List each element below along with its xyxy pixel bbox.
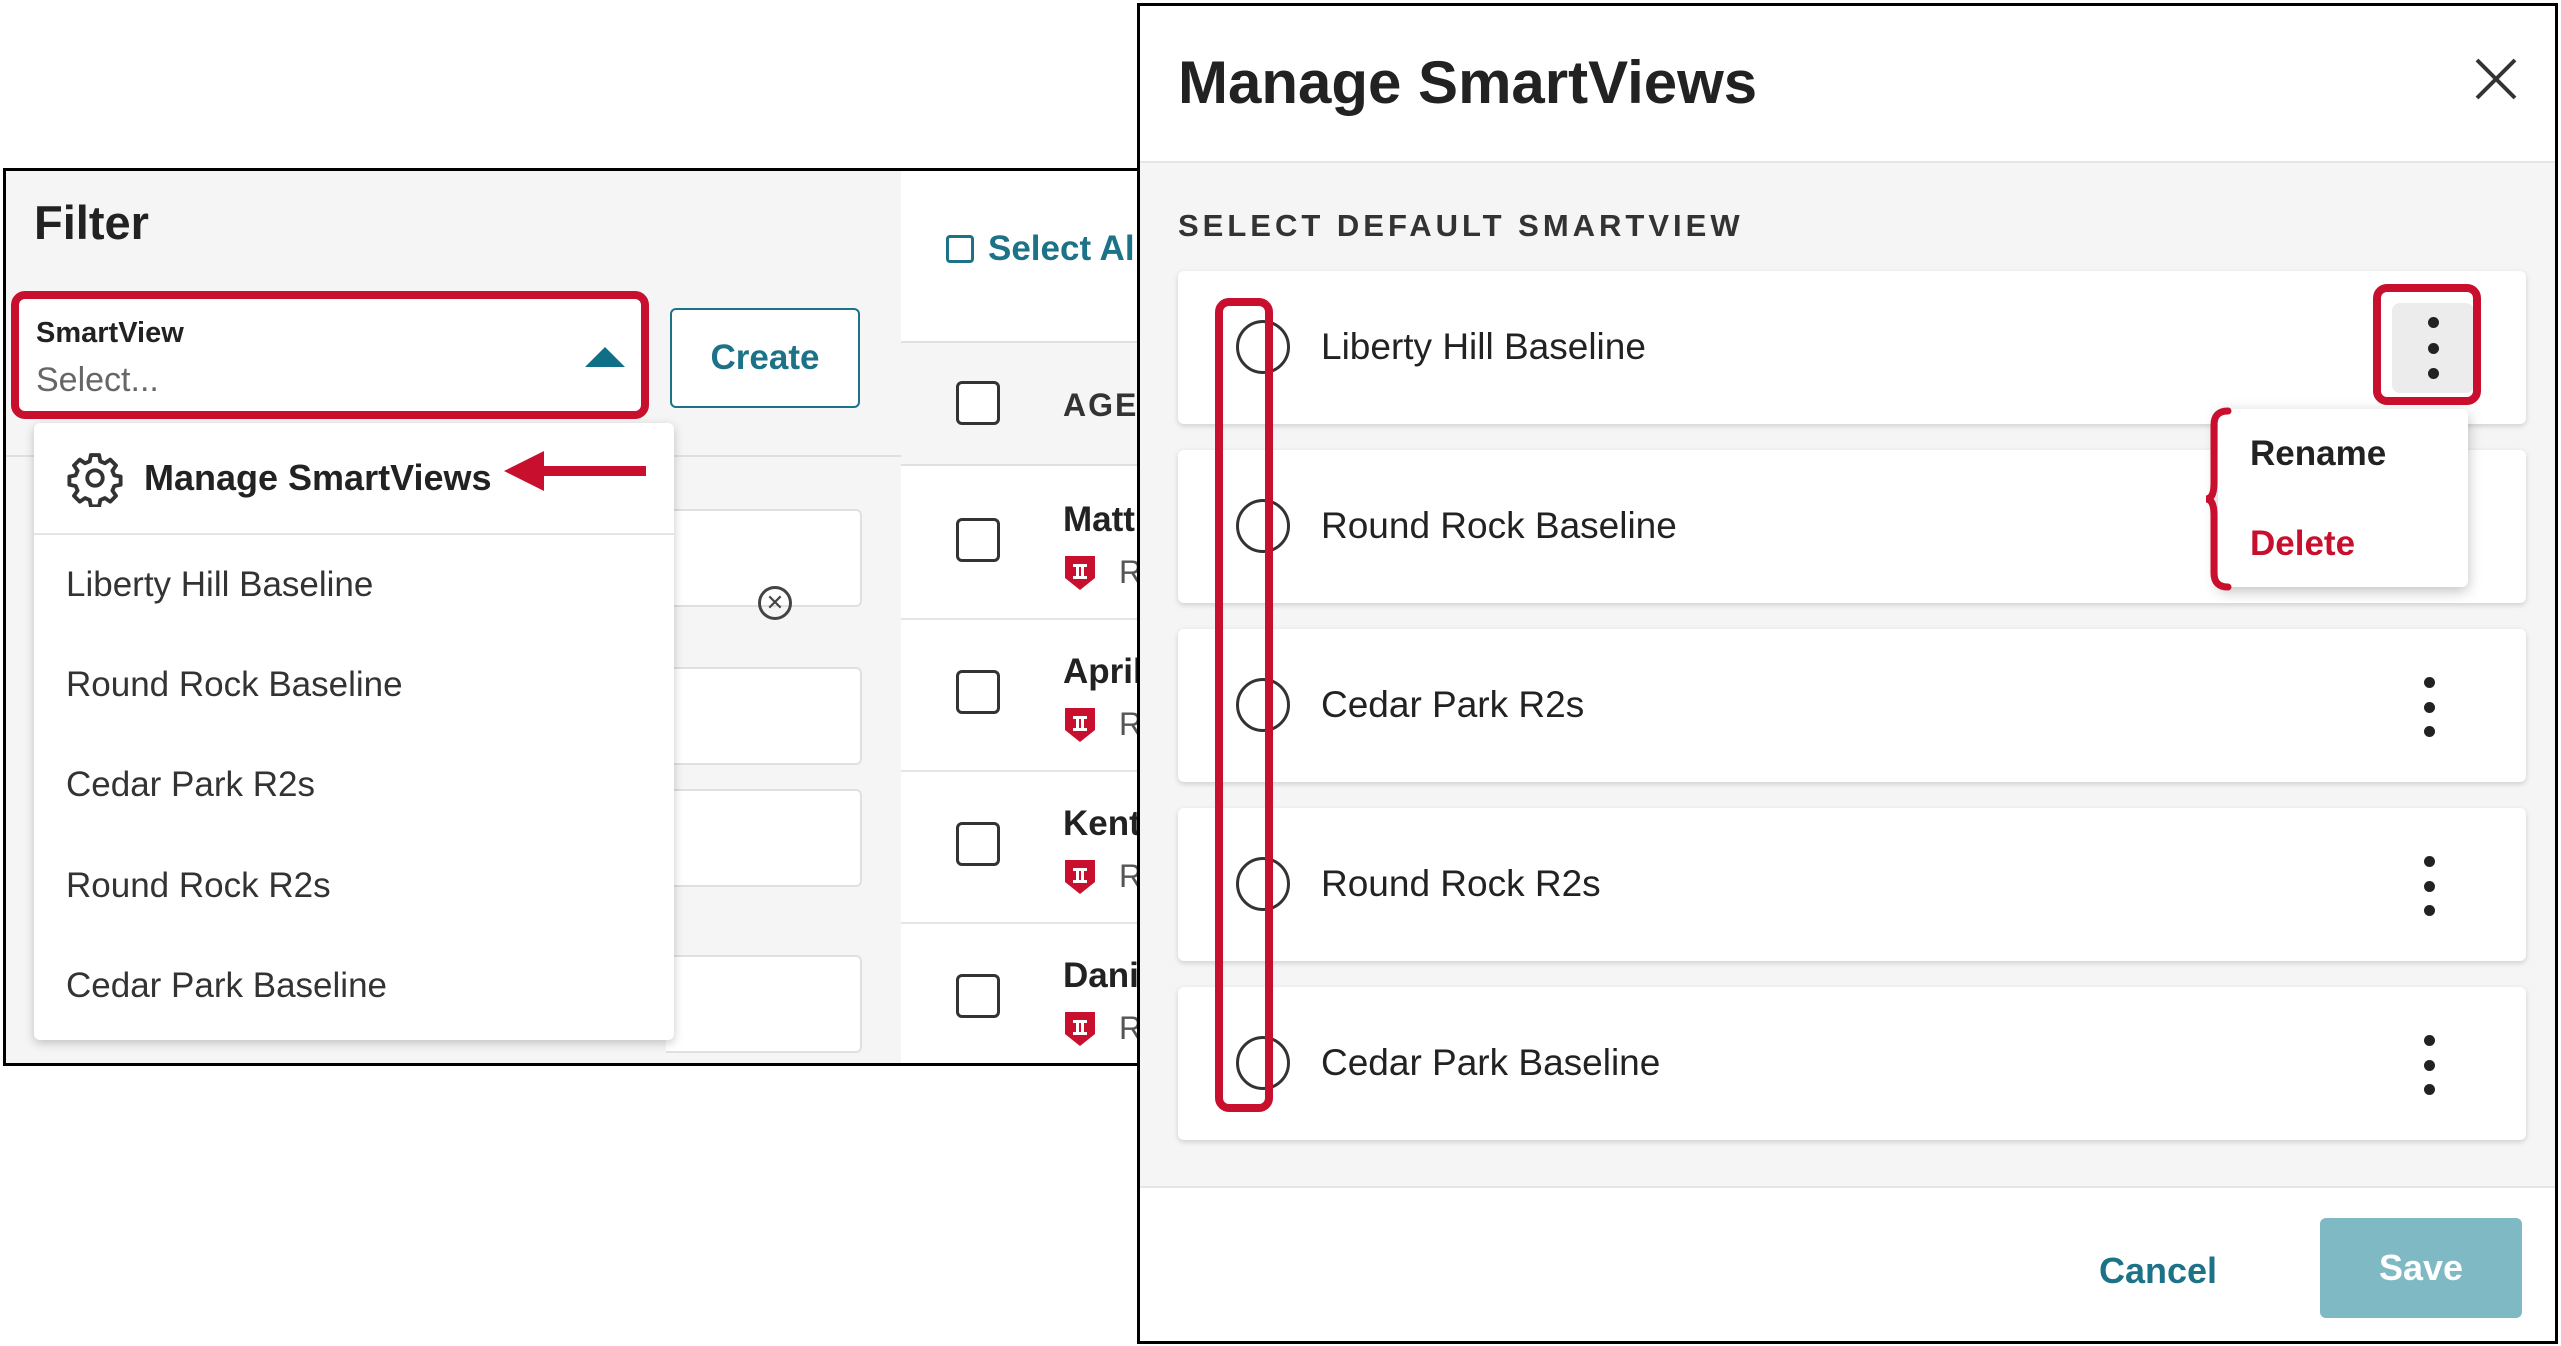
smartview-row: Round Rock R2s [1178, 808, 2526, 961]
select-all-label: Select Al [988, 229, 1135, 268]
kebab-menu-icon[interactable] [2384, 675, 2474, 739]
shield-badge-icon [1065, 1012, 1095, 1046]
arrow-left-icon [504, 451, 646, 491]
shield-badge-icon [1065, 708, 1095, 742]
dropdown-item[interactable]: Cedar Park Baseline [66, 966, 387, 1006]
row-checkbox[interactable] [956, 974, 1000, 1018]
default-radio[interactable] [1236, 499, 1290, 553]
manage-smartviews-label: Manage SmartViews [144, 457, 492, 498]
dropdown-item[interactable]: Liberty Hill Baseline [66, 565, 373, 605]
table-row[interactable]: Kent R [901, 772, 1145, 924]
row-name: Matt [1063, 500, 1135, 539]
smartview-name: Round Rock Baseline [1321, 505, 1677, 546]
kebab-menu-icon[interactable] [2384, 1033, 2474, 1097]
row-name: April [1063, 652, 1143, 691]
dropdown-item[interactable]: Round Rock R2s [66, 866, 331, 906]
table-row[interactable]: April R [901, 620, 1145, 772]
smartview-name: Round Rock R2s [1321, 863, 1601, 904]
smartview-dropdown: Manage SmartViews Liberty Hill Baseline … [34, 423, 674, 1040]
modal-header: Manage SmartViews [1140, 6, 2555, 163]
select-all-checkbox[interactable] [946, 235, 974, 263]
smartview-row: Cedar Park Baseline [1178, 987, 2526, 1140]
filter-input[interactable] [666, 955, 862, 1053]
filter-title: Filter [34, 196, 149, 249]
smartview-select[interactable]: SmartView Select... [16, 297, 643, 415]
header-checkbox[interactable] [956, 381, 1000, 425]
shield-badge-icon [1065, 860, 1095, 894]
select-all[interactable]: Select Al [946, 229, 1135, 269]
cancel-button[interactable]: Cancel [2099, 1250, 2217, 1292]
context-menu: Rename Delete [2218, 409, 2468, 587]
table-row[interactable]: Matt R [901, 468, 1145, 620]
shield-badge-icon [1065, 556, 1095, 590]
save-button[interactable]: Save [2320, 1218, 2522, 1318]
smartview-label: SmartView [36, 317, 184, 349]
results-table: Select Al AGEI Matt R April R Kent R Dan… [901, 171, 1145, 1063]
smartview-name: Liberty Hill Baseline [1321, 326, 1646, 367]
row-name: Dani [1063, 956, 1139, 995]
dropdown-item[interactable]: Cedar Park R2s [66, 765, 315, 805]
smartview-name: Cedar Park Baseline [1321, 1042, 1661, 1083]
default-radio[interactable] [1236, 1036, 1290, 1090]
filter-input[interactable] [666, 667, 862, 765]
column-header-agent[interactable]: AGEI [1063, 387, 1145, 424]
brace-icon [2205, 407, 2232, 591]
smartview-row: Liberty Hill Baseline [1178, 271, 2526, 424]
gear-icon [67, 453, 123, 507]
section-label: SELECT DEFAULT SMARTVIEW [1178, 208, 1744, 243]
smartview-name: Cedar Park R2s [1321, 684, 1585, 725]
filter-input[interactable] [666, 789, 862, 887]
delete-menu-item[interactable]: Delete [2250, 524, 2355, 564]
close-icon[interactable] [2473, 56, 2519, 102]
row-checkbox[interactable] [956, 518, 1000, 562]
dropdown-item[interactable]: Round Rock Baseline [66, 665, 403, 705]
table-row[interactable]: Dani R [901, 924, 1145, 1063]
modal-footer: Cancel Save [1140, 1186, 2555, 1341]
row-checkbox[interactable] [956, 670, 1000, 714]
create-button[interactable]: Create [670, 308, 860, 408]
default-radio[interactable] [1236, 857, 1290, 911]
modal-title: Manage SmartViews [1178, 49, 1758, 116]
kebab-menu-icon[interactable] [2392, 303, 2474, 393]
filter-pane: Filter SmartView Select... Create ✕ Mana… [6, 171, 901, 1063]
row-name: Kent [1063, 804, 1141, 843]
rename-menu-item[interactable]: Rename [2250, 434, 2386, 474]
kebab-menu-icon[interactable] [2384, 854, 2474, 918]
row-checkbox[interactable] [956, 822, 1000, 866]
default-radio[interactable] [1236, 678, 1290, 732]
smartview-row: Cedar Park R2s [1178, 629, 2526, 782]
manage-smartviews-modal: Manage SmartViews SELECT DEFAULT SMARTVI… [1137, 3, 2558, 1344]
smartview-placeholder: Select... [36, 361, 159, 399]
clear-circle-icon[interactable]: ✕ [758, 586, 792, 620]
default-radio[interactable] [1236, 320, 1290, 374]
table-header: AGEI [901, 341, 1145, 466]
filter-screen: Filter SmartView Select... Create ✕ Mana… [3, 168, 1148, 1066]
caret-up-icon[interactable] [585, 347, 625, 367]
